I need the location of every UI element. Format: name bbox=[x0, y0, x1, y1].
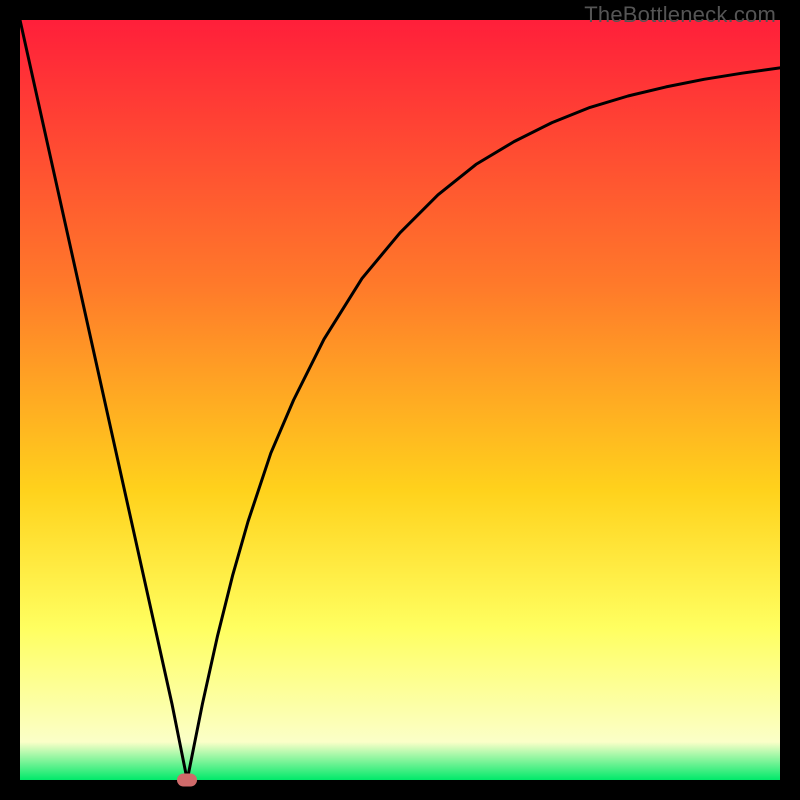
attribution-watermark: TheBottleneck.com bbox=[584, 2, 776, 28]
bottleneck-plot bbox=[20, 20, 780, 780]
gradient-background bbox=[20, 20, 780, 780]
optimal-point-marker bbox=[177, 774, 197, 787]
chart-frame bbox=[20, 20, 780, 780]
